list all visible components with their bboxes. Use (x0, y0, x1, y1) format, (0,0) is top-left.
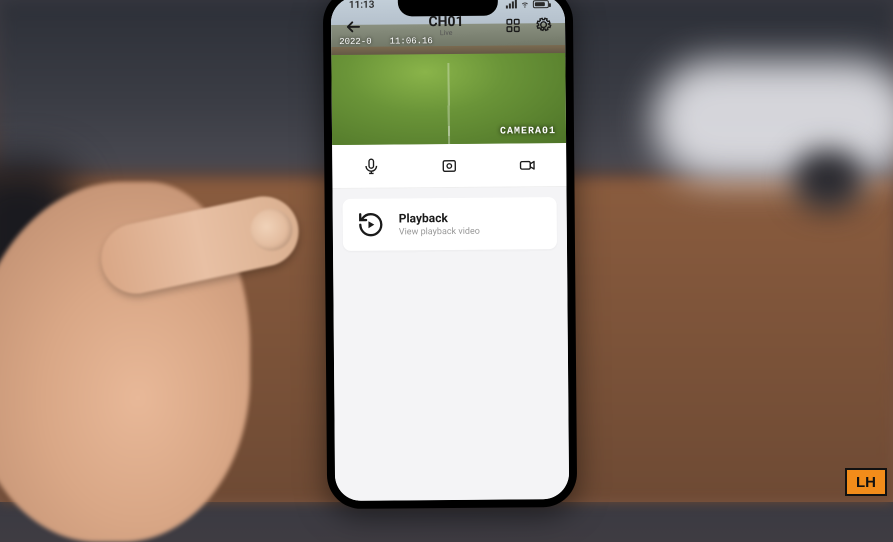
app-header: CH01 Live (331, 13, 565, 38)
snapshot-button[interactable] (429, 145, 469, 185)
playback-title: Playback (399, 211, 480, 226)
camera-label: CAMERA01 (500, 126, 556, 137)
status-indicators (506, 0, 555, 9)
camera-feed[interactable]: 11:13 CH01 Live (331, 0, 566, 145)
status-time: 11:13 (341, 0, 375, 11)
feed-date: 2022-0 (339, 37, 371, 47)
content-area: Playback View playback video (332, 187, 569, 501)
feed-time: 11:06.16 (390, 36, 433, 46)
playback-subtitle: View playback video (399, 227, 480, 238)
mic-button[interactable] (351, 146, 391, 186)
playback-card[interactable]: Playback View playback video (343, 197, 557, 251)
channel-subtitle: Live (389, 29, 503, 38)
channel-title: CH01 (428, 14, 463, 30)
grid-view-button[interactable] (503, 15, 523, 35)
back-button[interactable] (343, 16, 363, 36)
record-button[interactable] (507, 145, 547, 185)
settings-button[interactable] (533, 15, 553, 35)
wifi-icon (520, 0, 530, 8)
feed-action-bar (332, 143, 566, 189)
playback-icon (357, 211, 385, 239)
battery-icon (533, 0, 549, 8)
page-title: CH01 Live (389, 14, 503, 38)
phone-notch (398, 0, 498, 16)
phone-screen: 11:13 CH01 Live (331, 0, 569, 501)
signal-icon (506, 0, 517, 9)
phone-frame: 11:13 CH01 Live (323, 0, 578, 509)
watermark-badge: LH (845, 468, 887, 496)
